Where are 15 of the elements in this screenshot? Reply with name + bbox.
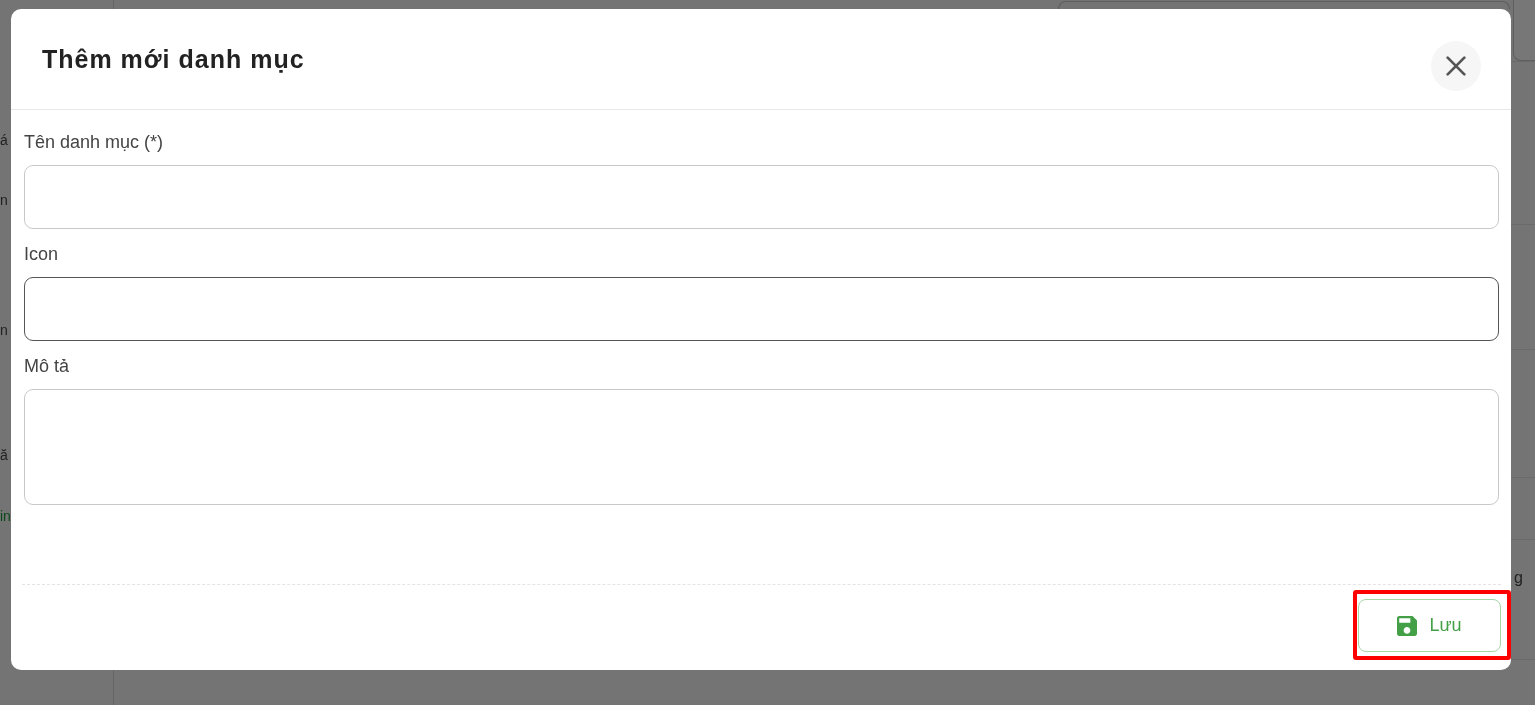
field-label: Mô tả xyxy=(24,355,70,377)
dialog-title: Thêm mới danh mục xyxy=(42,44,305,74)
sidebar-text: n xyxy=(0,191,8,210)
save-button[interactable]: Lưu xyxy=(1358,599,1501,652)
sidebar-text: á xyxy=(0,131,8,150)
close-icon xyxy=(1446,56,1466,76)
sidebar-text: in xyxy=(0,507,11,526)
table-text: g xyxy=(1514,568,1523,588)
sidebar-text: ă xyxy=(0,446,8,465)
field-label: Tên danh mục (*) xyxy=(24,131,164,153)
input-field[interactable] xyxy=(24,277,1499,341)
description-field[interactable] xyxy=(24,389,1499,505)
close-button[interactable] xyxy=(1431,41,1481,91)
field-label: Icon xyxy=(24,243,59,265)
sidebar-text: n xyxy=(0,321,8,340)
